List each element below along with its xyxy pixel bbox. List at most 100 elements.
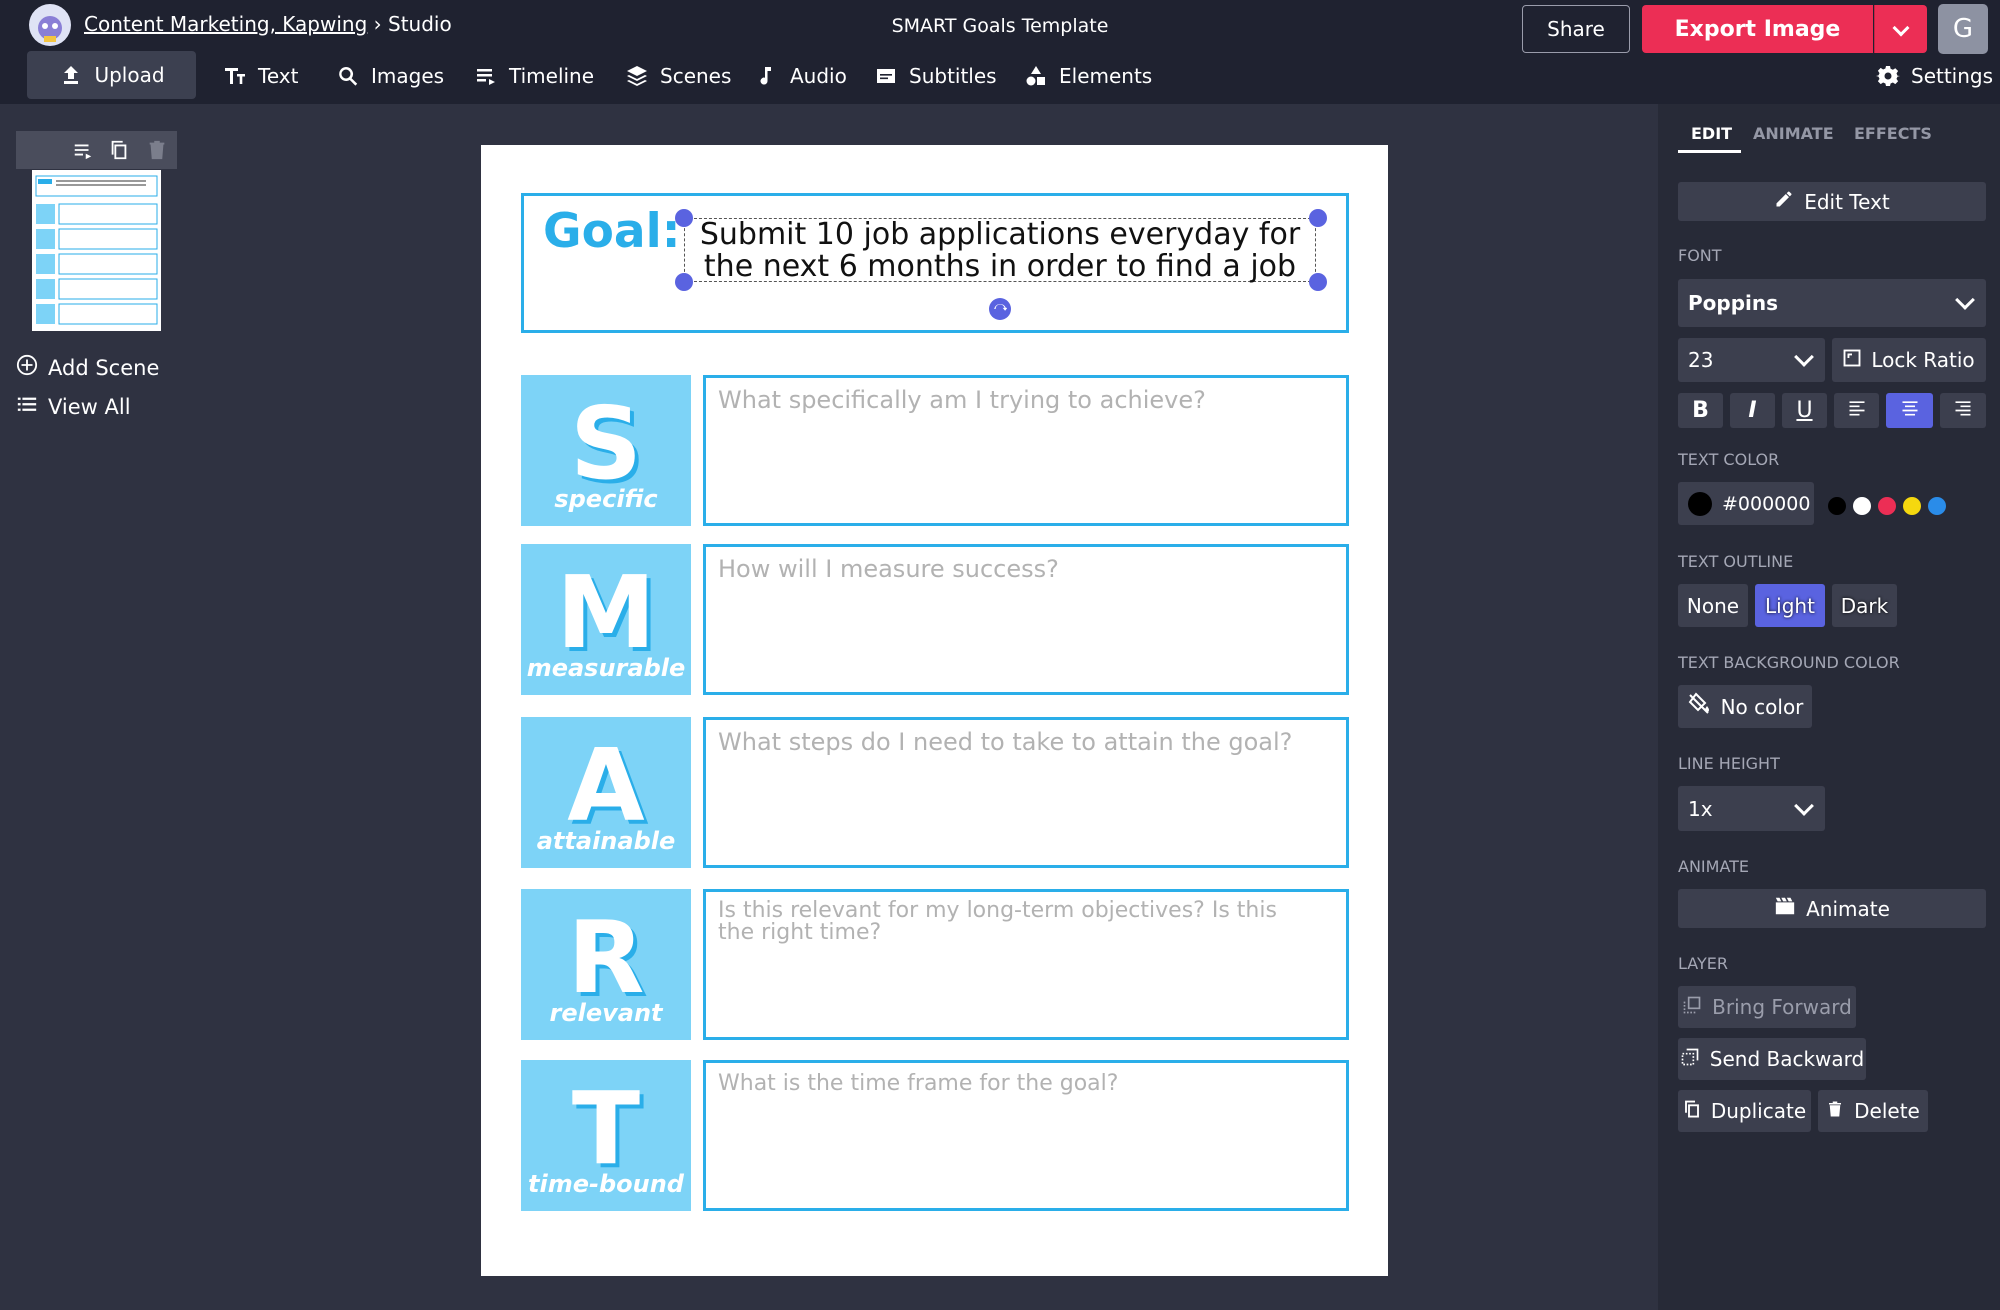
- export-image-button[interactable]: Export Image: [1642, 5, 1873, 53]
- upload-icon: [58, 62, 84, 88]
- lock-ratio-button[interactable]: Lock Ratio: [1832, 338, 1986, 382]
- align-center-button[interactable]: [1886, 393, 1933, 428]
- align-right-icon: [1953, 398, 1973, 423]
- color-swatch-yellow[interactable]: [1903, 497, 1921, 515]
- goal-label[interactable]: Goal:: [543, 204, 681, 259]
- font-size-select[interactable]: 23: [1678, 338, 1825, 382]
- color-swatch-white[interactable]: [1853, 497, 1871, 515]
- top-bar: Content Marketing, Kapwing › Studio SMAR…: [0, 0, 2000, 104]
- upload-button[interactable]: Upload: [27, 51, 196, 99]
- smart-letter-a-tile[interactable]: A attainable: [521, 717, 691, 868]
- bold-button[interactable]: B: [1678, 393, 1723, 428]
- rotate-handle-icon[interactable]: [989, 298, 1011, 320]
- trash-icon: [1826, 1099, 1844, 1123]
- breadcrumb-workspace-link[interactable]: Content Marketing, Kapwing: [84, 12, 367, 36]
- align-left-button[interactable]: [1834, 393, 1879, 428]
- bring-forward-button[interactable]: Bring Forward: [1678, 986, 1856, 1028]
- timeline-tool-button[interactable]: Timeline: [473, 54, 594, 98]
- animate-button[interactable]: Animate: [1678, 889, 1986, 928]
- resize-handle-top-right[interactable]: [1309, 209, 1327, 227]
- shapes-icon: [1023, 63, 1049, 89]
- font-select[interactable]: Poppins: [1678, 279, 1986, 327]
- resize-handle-bottom-left[interactable]: [675, 273, 693, 291]
- line-height-select[interactable]: 1x: [1678, 786, 1825, 831]
- scenes-tool-button[interactable]: Scenes: [624, 54, 731, 98]
- audio-tool-button[interactable]: Audio: [754, 54, 847, 98]
- timeline-icon: [473, 63, 499, 89]
- trash-icon[interactable]: [146, 139, 168, 165]
- reorder-icon[interactable]: [72, 139, 94, 165]
- smart-word: measurable: [526, 654, 686, 682]
- color-swatch-black[interactable]: [1828, 497, 1846, 515]
- send-backward-button[interactable]: Send Backward: [1678, 1038, 1866, 1080]
- breadcrumb-page: Studio: [388, 12, 452, 36]
- smart-letter-t-tile[interactable]: T time-bound: [521, 1060, 691, 1211]
- smart-letter-m-tile[interactable]: M measurable: [521, 544, 691, 695]
- audio-label: Audio: [790, 64, 847, 88]
- subtitles-tool-button[interactable]: Subtitles: [873, 54, 997, 98]
- scene-toolbar: [16, 131, 177, 169]
- smart-answer-box-s[interactable]: What specifically am I trying to achieve…: [703, 375, 1349, 526]
- smart-answer-box-r[interactable]: Is this relevant for my long-term object…: [703, 889, 1349, 1040]
- text-color-picker[interactable]: #000000: [1678, 482, 1814, 525]
- scene-thumbnail[interactable]: [32, 170, 161, 331]
- elements-label: Elements: [1059, 64, 1153, 88]
- images-tool-button[interactable]: Images: [335, 54, 444, 98]
- answer-prompt: How will I measure success?: [718, 555, 1059, 583]
- tab-effects[interactable]: EFFECTS: [1854, 124, 1932, 143]
- outline-none-button[interactable]: None: [1678, 584, 1748, 627]
- document-title[interactable]: SMART Goals Template: [892, 15, 1109, 37]
- delete-button[interactable]: Delete: [1818, 1090, 1928, 1132]
- chevron-down-icon: [1892, 19, 1910, 36]
- add-scene-button[interactable]: Add Scene: [16, 354, 159, 381]
- design-canvas[interactable]: Goal: Submit 10 job applications everyda…: [481, 145, 1388, 1276]
- smart-letter-s-tile[interactable]: S specific: [521, 375, 691, 526]
- user-avatar[interactable]: G: [1938, 4, 1988, 54]
- color-swatch-red[interactable]: [1878, 497, 1896, 515]
- search-icon: [335, 63, 361, 89]
- answer-prompt: What is the time frame for the goal?: [718, 1071, 1119, 1096]
- goal-box[interactable]: Goal: Submit 10 job applications everyda…: [521, 193, 1349, 333]
- text-color-label: TEXT COLOR: [1678, 450, 1780, 469]
- pencil-icon: [1774, 189, 1794, 214]
- text-background-color-label: TEXT BACKGROUND COLOR: [1678, 653, 1900, 672]
- tab-edit[interactable]: EDIT: [1691, 124, 1732, 143]
- text-outline-label: TEXT OUTLINE: [1678, 552, 1794, 571]
- align-right-button[interactable]: [1940, 393, 1986, 428]
- settings-button[interactable]: Settings: [1875, 54, 1993, 98]
- outline-light-button[interactable]: Light: [1755, 584, 1825, 627]
- workspace-logo[interactable]: [29, 4, 71, 46]
- font-value: Poppins: [1688, 291, 1779, 315]
- align-left-icon: [1847, 398, 1867, 423]
- text-color-value: #000000: [1722, 492, 1811, 515]
- smart-answer-box-a[interactable]: What steps do I need to take to attain t…: [703, 717, 1349, 868]
- animate-section-label: ANIMATE: [1678, 857, 1750, 876]
- text-background-color-button[interactable]: No color: [1678, 685, 1812, 728]
- tab-animate[interactable]: ANIMATE: [1753, 124, 1834, 143]
- edit-text-button[interactable]: Edit Text: [1678, 182, 1986, 221]
- underline-button[interactable]: U: [1782, 393, 1827, 428]
- share-button[interactable]: Share: [1522, 5, 1630, 53]
- text-tool-button[interactable]: Text: [222, 54, 298, 98]
- font-label: FONT: [1678, 246, 1722, 265]
- subtitles-icon: [873, 63, 899, 89]
- elements-tool-button[interactable]: Elements: [1023, 54, 1152, 98]
- layer-label: LAYER: [1678, 954, 1728, 973]
- duplicate-button[interactable]: Duplicate: [1678, 1090, 1811, 1132]
- resize-handle-top-left[interactable]: [675, 209, 693, 227]
- smart-letter-r-tile[interactable]: R relevant: [521, 889, 691, 1040]
- answer-prompt: What steps do I need to take to attain t…: [718, 728, 1293, 756]
- resize-handle-bottom-right[interactable]: [1309, 273, 1327, 291]
- goal-text-selected[interactable]: Submit 10 job applications everyday for …: [684, 218, 1316, 283]
- export-options-button[interactable]: [1874, 5, 1927, 53]
- music-note-icon: [754, 63, 780, 89]
- outline-dark-button[interactable]: Dark: [1832, 584, 1897, 627]
- smart-answer-box-t[interactable]: What is the time frame for the goal?: [703, 1060, 1349, 1211]
- settings-label: Settings: [1911, 64, 1994, 88]
- duplicate-scene-icon[interactable]: [108, 139, 130, 165]
- color-swatch-blue[interactable]: [1928, 497, 1946, 515]
- smart-answer-box-m[interactable]: How will I measure success?: [703, 544, 1349, 695]
- view-all-button[interactable]: View All: [16, 393, 131, 420]
- smart-word: time-bound: [528, 1170, 684, 1198]
- italic-button[interactable]: I: [1730, 393, 1775, 428]
